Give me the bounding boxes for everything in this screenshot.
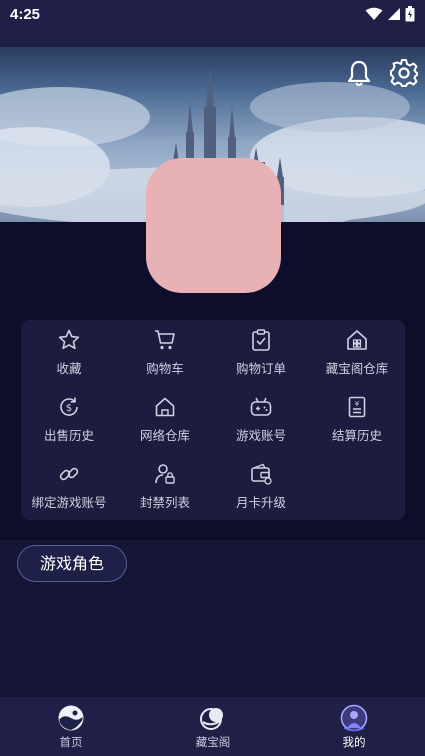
menu-item-label: 月卡升级 <box>235 495 286 510</box>
avatar[interactable] <box>146 158 281 293</box>
menu-item-favorites[interactable]: 收藏 <box>21 320 117 384</box>
gear-icon[interactable] <box>389 58 419 88</box>
menu-item-label: 购物订单 <box>235 361 286 376</box>
nav-label-treasure: 藏宝阁 <box>195 735 231 749</box>
menu-item-bind-game-account[interactable]: 绑定游戏账号 <box>21 454 117 518</box>
menu-item-label: 绑定游戏账号 <box>31 495 107 510</box>
clipboard-check-icon <box>252 329 270 351</box>
nav-item-treasure[interactable]: 藏宝阁 <box>163 697 263 756</box>
status-bar: 4:25 <box>0 0 425 47</box>
menu-item-sales-history[interactable]: $ 出售历史 <box>21 387 117 451</box>
star-icon <box>58 329 80 350</box>
menu-item-label: 网络仓库 <box>139 428 190 443</box>
menu-item-network-warehouse[interactable]: 网络仓库 <box>117 387 213 451</box>
menu-item-treasure-warehouse[interactable]: 藏宝阁仓库 <box>309 320 405 384</box>
coin-refresh-icon: $ <box>60 397 78 416</box>
home-orb-icon <box>58 705 84 731</box>
card-wallet-icon <box>251 463 272 485</box>
menu-item-settlement-history[interactable]: ¥ 结算历史 <box>309 387 405 451</box>
warehouse-icon <box>347 330 367 350</box>
receipt-icon: ¥ <box>348 396 366 418</box>
menu-item-label: 藏宝阁仓库 <box>325 361 389 376</box>
treasure-orb-icon <box>200 708 223 730</box>
menu-grid: 收藏 购物车 购物订单 藏宝阁仓库 $ 出售历史 网络仓库 游戏账号 ¥ 结算历… <box>21 320 405 520</box>
menu-item-label: 结算历史 <box>331 428 382 443</box>
menu-item-game-accounts[interactable]: 游戏账号 <box>213 387 309 451</box>
menu-item-label: 收藏 <box>56 361 82 376</box>
svg-text:¥: ¥ <box>355 400 360 408</box>
menu-item-label: 游戏账号 <box>235 428 286 443</box>
battery-icon <box>405 6 415 22</box>
bell-icon[interactable] <box>344 58 374 88</box>
menu-item-cart[interactable]: 购物车 <box>117 320 213 384</box>
nav-item-mine[interactable]: 我的 <box>304 697 404 756</box>
cart-icon <box>155 330 175 350</box>
link-icon <box>59 467 79 481</box>
gamepad-icon <box>250 397 272 416</box>
bottom-nav: 首页 藏宝阁 我的 <box>0 697 425 756</box>
signal-icon <box>388 8 400 20</box>
menu-item-label: 购物车 <box>146 361 184 376</box>
status-time: 4:25 <box>10 6 41 23</box>
profile-icon <box>340 704 368 732</box>
menu-item-ban-list[interactable]: 封禁列表 <box>117 454 213 518</box>
menu-item-monthly-card-upgrade[interactable]: 月卡升级 <box>213 454 309 518</box>
nav-label-home: 首页 <box>59 735 83 749</box>
user-lock-icon <box>155 464 175 484</box>
svg-text:$: $ <box>66 403 72 414</box>
nav-item-home[interactable]: 首页 <box>21 697 121 756</box>
wifi-icon <box>365 7 383 20</box>
menu-item-label: 出售历史 <box>43 428 94 443</box>
status-icons <box>365 6 415 22</box>
menu-item-label: 封禁列表 <box>139 495 190 510</box>
game-role-button[interactable]: 游戏角色 <box>17 545 127 582</box>
menu-item-orders[interactable]: 购物订单 <box>213 320 309 384</box>
nav-label-mine: 我的 <box>342 735 366 749</box>
house-icon <box>155 397 175 417</box>
